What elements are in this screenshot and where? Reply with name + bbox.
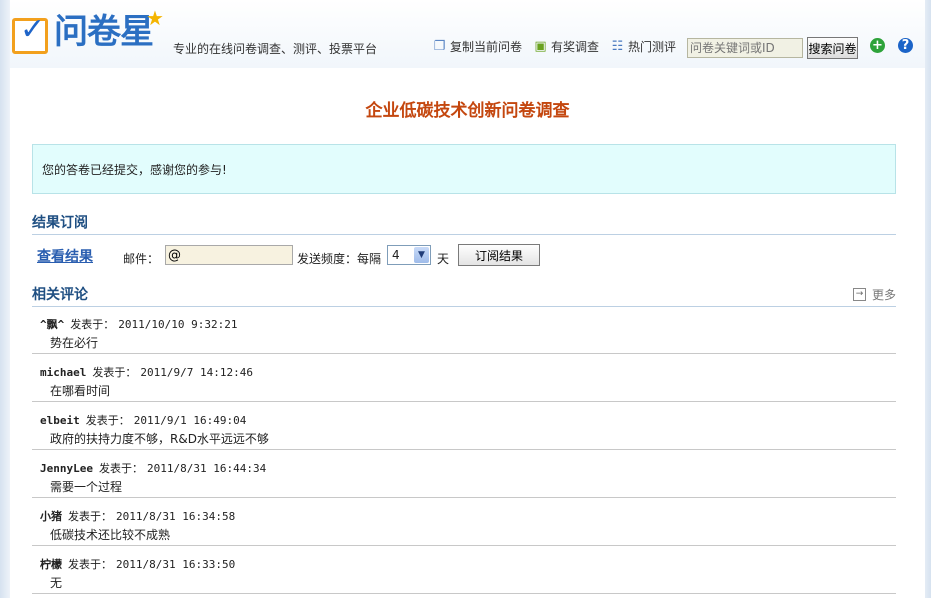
comments-heading: 相关评论 → 更多 [32,282,896,307]
posted-label: 发表于： [70,318,115,331]
comment-time: 2011/10/10 9:32:21 [118,318,238,331]
comment-meta: 小猪 发表于： 2011/8/31 16:34:58 [40,508,235,524]
posted-label: 发表于： [68,558,112,571]
submit-notice: 您的答卷已经提交，感谢您的参与! [32,144,896,194]
comment-user: 柠檬 [40,558,62,571]
list-item: ^飘^ 发表于： 2011/10/10 9:32:21 势在必行 [32,307,896,354]
hot-test-link[interactable]: ☷ 热门测评 [610,38,676,55]
logo-text: 问卷星 [54,12,154,52]
more-comments-link[interactable]: → 更多 [852,286,896,303]
copy-icon: ❐ [433,39,446,54]
comment-user: 小猪 [40,510,62,523]
frame-left [0,0,10,598]
comment-time: 2011/8/31 16:44:34 [146,462,267,475]
main-content: 企业低碳技术创新问卷调查 您的答卷已经提交，感谢您的参与! 结果订阅 查看结果 … [10,68,925,598]
subscribe-heading-label: 结果订阅 [32,215,88,231]
slogan: 专业的在线问卷调查、测评、投票平台 [173,42,378,56]
comments-heading-label: 相关评论 [32,287,88,303]
list-item: michael 发表于： 2011/9/7 14:12:46 在哪看时间 [32,355,896,402]
list-icon: ☷ [611,39,624,54]
subscribe-heading: 结果订阅 [32,210,896,235]
notice-text: 您的答卷已经提交，感谢您的参与! [42,163,227,177]
copy-survey-link[interactable]: ❐ 复制当前问卷 [432,38,522,55]
posted-label: 发表于： [68,510,112,523]
frequency-value: 4 [392,248,400,262]
posted-label: 发表于： [85,414,130,427]
list-item: 小猪 发表于： 2011/8/31 16:34:58 低碳技术还比较不成熟 [32,499,896,546]
logo-star-icon: ★ [146,6,164,30]
more-icon: → [852,288,866,301]
posted-label: 发表于： [98,462,143,475]
header: ✓ 问卷星 ★ 专业的在线问卷调查、测评、投票平台 ❐ 复制当前问卷 ▣ 有奖调… [10,0,925,68]
add-icon[interactable]: + [870,38,885,53]
comment-text: 政府的扶持力度不够，R&D水平远远不够 [50,432,269,446]
help-icon[interactable]: ? [898,38,913,53]
posted-label: 发表于： [92,366,137,379]
comment-meta: JennyLee 发表于： 2011/8/31 16:44:34 [40,460,266,476]
reward-survey-link[interactable]: ▣ 有奖调查 [533,38,599,55]
list-item: 柠檬 发表于： 2011/8/31 16:33:50 无 [32,547,896,594]
comment-text: 需要一个过程 [50,480,123,494]
comment-text: 在哪看时间 [50,384,111,398]
subscribe-button[interactable]: 订阅结果 [458,244,540,266]
reward-survey-label: 有奖调查 [551,40,600,54]
page-title: 企业低碳技术创新问卷调查 [365,101,570,121]
subscribe-row: 查看结果 邮件： 发送频度：每隔 4 ▼ 天 订阅结果 [10,242,925,268]
comment-time: 2011/9/7 14:12:46 [140,366,253,379]
comment-time: 2011/9/1 16:49:04 [133,414,247,427]
comments-list: ^飘^ 发表于： 2011/10/10 9:32:21 势在必行 michael 发表… [32,307,896,595]
comment-text: 低碳技术还比较不成熟 [50,528,171,542]
hot-test-label: 热门测评 [628,40,677,54]
search-input[interactable] [687,38,803,58]
frequency-label: 发送频度：每隔 [297,252,382,266]
frequency-select[interactable]: 4 ▼ [387,245,431,265]
search-button[interactable]: 搜索问卷 [807,37,858,59]
view-results-link[interactable]: 查看结果 [37,246,93,266]
list-item: elbeit 发表于： 2011/9/1 16:49:04 政府的扶持力度不够，R&… [32,403,896,450]
gift-icon: ▣ [534,39,547,54]
comment-meta: ^飘^ 发表于： 2011/10/10 9:32:21 [40,316,237,332]
comment-time: 2011/8/31 16:33:50 [116,558,236,571]
logo-check-icon: ✓ [12,15,48,54]
email-field[interactable] [165,245,293,265]
list-item: JennyLee 发表于： 2011/8/31 16:44:34 需要一个过程 [32,451,896,498]
comment-user: michael [40,366,87,379]
comment-user: ^飘^ [40,318,65,331]
email-label: 邮件： [123,252,160,266]
comment-user: JennyLee [40,462,93,475]
comment-text: 势在必行 [50,336,99,350]
comment-text: 无 [50,576,63,590]
chevron-down-icon[interactable]: ▼ [414,247,429,263]
comment-user: elbeit [40,414,80,427]
more-label: 更多 [871,288,896,302]
comment-meta: elbeit 发表于： 2011/9/1 16:49:04 [40,412,246,428]
day-label: 天 [437,252,450,266]
comment-meta: michael 发表于： 2011/9/7 14:12:46 [40,364,253,380]
comment-time: 2011/8/31 16:34:58 [116,510,236,523]
copy-survey-label: 复制当前问卷 [450,40,523,54]
comment-meta: 柠檬 发表于： 2011/8/31 16:33:50 [40,556,235,572]
